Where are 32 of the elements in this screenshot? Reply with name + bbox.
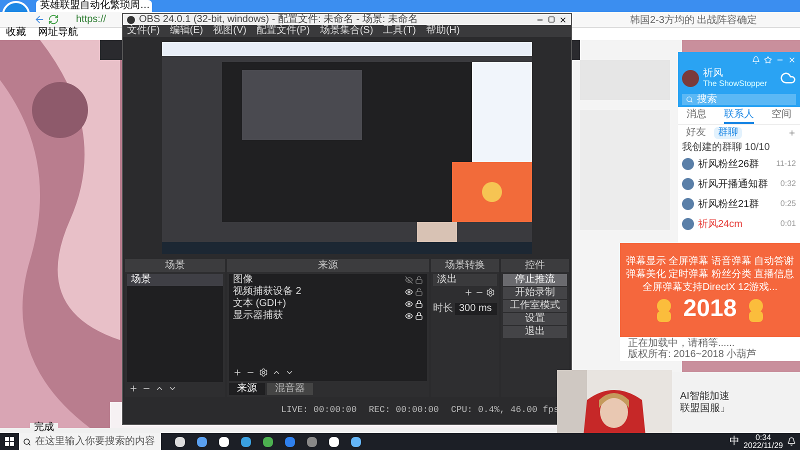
menu-item[interactable]: 帮助(H) — [426, 25, 460, 37]
maximize-icon[interactable] — [548, 16, 555, 23]
taskbar-search[interactable]: 在这里输入你要搜索的内容 — [19, 433, 161, 450]
back-icon[interactable] — [34, 14, 45, 25]
app-icon[interactable] — [175, 436, 185, 446]
browser-tab[interactable]: 英雄联盟自动化繁琐周… — [36, 0, 152, 12]
bookmark[interactable]: 收藏 — [6, 27, 26, 39]
clock-date: 2022/11/29 — [744, 442, 783, 450]
close-icon[interactable] — [559, 16, 567, 24]
menu-item[interactable]: 编辑(E) — [170, 25, 204, 37]
app-icon[interactable] — [241, 436, 251, 446]
clock-time: 0:34 — [755, 434, 772, 442]
search-icon — [23, 438, 31, 446]
app-icon[interactable] — [329, 436, 339, 446]
search-field[interactable]: 韩国2-3方均的 出战阵容确定 — [630, 13, 758, 28]
app-icon[interactable] — [263, 436, 273, 446]
menu-item[interactable]: 文件(F) — [127, 25, 160, 37]
address-field[interactable]: https:// — [76, 13, 106, 26]
app-icon[interactable] — [197, 436, 207, 446]
windows-icon[interactable] — [5, 437, 14, 446]
app-icon[interactable] — [219, 436, 229, 446]
search-placeholder: 在这里输入你要搜索的内容 — [35, 434, 155, 449]
menu-item[interactable]: 工具(T) — [383, 25, 416, 37]
refresh-icon[interactable] — [48, 14, 59, 25]
ime-indicator[interactable]: 中 — [730, 434, 740, 449]
app-icon[interactable] — [351, 436, 361, 446]
bookmark[interactable]: 网址导航 — [38, 27, 78, 39]
menu-item[interactable]: 场景集合(S) — [320, 25, 374, 37]
menu-item[interactable]: 视图(V) — [213, 25, 246, 37]
notification-icon[interactable] — [787, 437, 796, 446]
menu-item[interactable]: 配置文件(P) — [256, 25, 310, 37]
window-title: OBS 24.0.1 (32-bit, windows) - 配置文件: 未命名 - 场景: 未命名 — [139, 14, 419, 25]
